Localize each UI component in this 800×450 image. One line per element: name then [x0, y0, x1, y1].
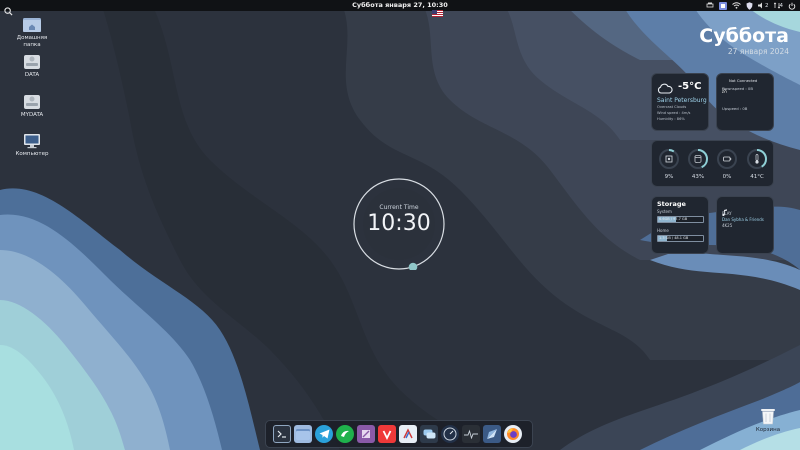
weather-wind: Wind speed : 4m/s [657, 111, 691, 115]
music-state: PLAY [722, 211, 732, 216]
flag-us-icon[interactable] [432, 2, 443, 17]
telegram-icon[interactable] [315, 425, 333, 443]
battery-value: 0% [722, 174, 732, 180]
date-widget: Суббота 27 января 2024 [699, 25, 789, 57]
storage-system-value: 6.6GB / 97.7 GB [659, 217, 688, 221]
network-downspeed: Downspeed : 0B [722, 86, 753, 91]
panel-clock[interactable]: Суббота января 27, 10:30 [0, 0, 800, 11]
memory-gauge [688, 149, 708, 169]
music-artist: Dan Sybha & Friends [722, 217, 764, 222]
clock-label: Current Time [379, 204, 419, 211]
storage-system-bar: 6.6GB / 97.7 GB [657, 216, 704, 223]
computer-icon [23, 133, 41, 149]
system-tray: 2 4 [706, 0, 796, 11]
memory-icon [694, 154, 702, 164]
weather-city: Saint Petersburg [657, 97, 707, 104]
weather-condition: Overcast Clouds [657, 105, 687, 109]
cpu-icon [665, 155, 673, 163]
date-full: 27 января 2024 [727, 47, 789, 56]
storage-title: Storage [657, 200, 686, 208]
desktop-icon-data[interactable]: DATA [12, 54, 52, 79]
music-widget: PLAY Dan Sybha & Friends 4K25 [716, 196, 774, 254]
terminal-icon[interactable] [273, 425, 291, 443]
cpu-gauge [659, 149, 679, 169]
desktop-icon-label: Домашняя папка [16, 35, 48, 48]
date-day: Суббота [699, 25, 789, 47]
network-icon[interactable]: 4 [773, 0, 784, 11]
files-icon[interactable] [294, 425, 312, 443]
desktop-icon-home[interactable]: Домашняя папка [12, 17, 52, 48]
music-track: 4K25 [722, 223, 733, 228]
memory-value: 43% [691, 174, 705, 180]
trash-label: Корзина [755, 427, 781, 433]
weather-widget: -5°C Saint Petersburg Overcast Clouds Wi… [651, 73, 709, 131]
volume-icon[interactable]: 2 [758, 0, 769, 11]
shield-icon[interactable] [746, 0, 753, 11]
cpu-value: 9% [664, 174, 674, 180]
home-folder-icon [23, 17, 41, 33]
top-panel: Суббота января 27, 10:30 2 4 [0, 0, 800, 17]
app-icon[interactable] [719, 0, 727, 11]
temperature-gauge [747, 149, 767, 169]
writer-icon[interactable] [399, 425, 417, 443]
chat-icon[interactable] [420, 425, 438, 443]
desktop-icon-label: MYDATA [20, 112, 44, 118]
storage-system-label: System [657, 209, 672, 214]
thermometer-icon [755, 154, 759, 164]
center-clock-widget: Current Time 10:30 [353, 178, 445, 272]
storage-widget: Storage System 6.6GB / 97.7 GB Home 1.3 … [651, 196, 709, 254]
vivaldi-icon[interactable] [378, 425, 396, 443]
drive-icon [23, 54, 41, 70]
kite-icon[interactable] [483, 425, 501, 443]
drive-icon [23, 94, 41, 110]
clock-progress-knob [408, 262, 418, 272]
cloud-icon [657, 79, 673, 98]
desktop-icon-label: DATA [24, 72, 40, 78]
storage-home-bar: 1.3 GB / 48.1 GB [657, 235, 704, 242]
battery-icon [723, 156, 732, 162]
power-icon[interactable] [788, 0, 796, 11]
desktop-icon-label: Компьютер [15, 151, 49, 157]
weather-humidity: Humidity : 86% [657, 117, 685, 121]
network-level: 4 [779, 2, 784, 9]
desktop-icon-mydata[interactable]: MYDATA [12, 94, 52, 119]
storage-home-label: Home [657, 228, 669, 233]
dock [265, 420, 533, 448]
purple-app-icon[interactable] [357, 425, 375, 443]
system-monitor-widget: 9% 43% 0% 41°C [651, 140, 774, 187]
network-widget: Not Connected Downspeed : 0B Upspeed : 0… [716, 73, 774, 131]
wifi-icon[interactable] [732, 0, 741, 11]
printer-icon[interactable] [706, 0, 714, 11]
clock-time: 10:30 [367, 211, 431, 236]
temperature-value: 41°C [750, 174, 764, 180]
green-app-icon[interactable] [336, 425, 354, 443]
desktop-icon-trash[interactable]: Корзина [752, 407, 784, 433]
network-upspeed: Upspeed : 0B [722, 106, 748, 111]
volume-level: 2 [765, 2, 769, 9]
weather-temp: -5°C [678, 81, 702, 92]
desktop-icon-computer[interactable]: Компьютер [12, 133, 52, 158]
trash-icon [760, 407, 776, 425]
battery-gauge [717, 149, 737, 169]
system-monitor-icon[interactable] [441, 425, 459, 443]
network-status: Not Connected [729, 78, 758, 83]
activity-icon[interactable] [462, 425, 480, 443]
firefox-icon[interactable] [504, 425, 522, 443]
storage-home-value: 1.3 GB / 48.1 GB [659, 236, 689, 240]
